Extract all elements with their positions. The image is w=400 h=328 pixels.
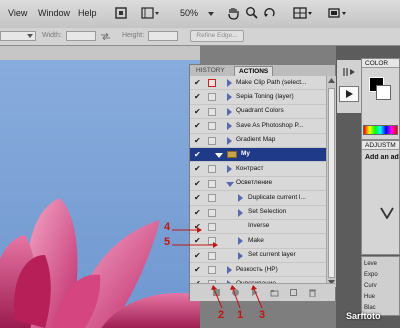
arrow-3 — [253, 288, 263, 309]
annotation-2: 2 — [218, 309, 225, 321]
annotation-3: 3 — [259, 309, 266, 321]
annotation-arrows — [172, 227, 263, 309]
arrow-1 — [232, 288, 241, 309]
annotation-5: 5 — [164, 236, 171, 248]
watermark: Sarftoto — [346, 311, 381, 321]
annotation-1: 1 — [237, 309, 244, 321]
arrow-2 — [213, 288, 223, 309]
annotation-4: 4 — [164, 221, 171, 233]
